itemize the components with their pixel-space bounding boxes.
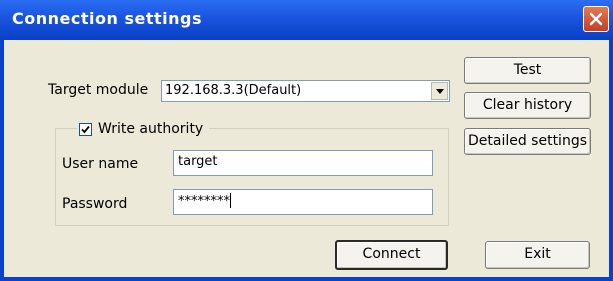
text-caret bbox=[230, 193, 231, 208]
test-button-label: Test bbox=[513, 62, 542, 78]
chevron-down-icon bbox=[436, 89, 444, 94]
connection-settings-dialog: Connection settings Target module 192.16… bbox=[0, 0, 613, 281]
test-button[interactable]: Test bbox=[464, 57, 591, 84]
exit-button-label: Exit bbox=[524, 246, 551, 262]
title-bar[interactable]: Connection settings bbox=[0, 0, 613, 40]
user-name-label: User name bbox=[62, 156, 139, 172]
write-authority-checkbox-row[interactable]: Write authority bbox=[77, 119, 210, 139]
target-module-label: Target module bbox=[48, 82, 149, 98]
close-button[interactable] bbox=[583, 6, 609, 32]
checkmark-icon bbox=[81, 125, 90, 133]
user-name-value: target bbox=[178, 154, 218, 169]
close-icon bbox=[589, 12, 603, 26]
detailed-settings-button-label: Detailed settings bbox=[467, 133, 588, 149]
target-module-value: 192.168.3.3(Default) bbox=[165, 83, 302, 98]
clear-history-button[interactable]: Clear history bbox=[464, 92, 591, 119]
exit-button[interactable]: Exit bbox=[485, 241, 590, 269]
user-name-field[interactable]: target bbox=[173, 150, 433, 176]
password-label: Password bbox=[62, 196, 128, 212]
detailed-settings-button[interactable]: Detailed settings bbox=[464, 128, 591, 155]
password-value: ******** bbox=[178, 194, 230, 209]
write-authority-checkbox[interactable] bbox=[79, 122, 92, 136]
target-module-dropdown[interactable]: 192.168.3.3(Default) bbox=[161, 80, 450, 102]
window-title: Connection settings bbox=[12, 9, 202, 28]
connect-button[interactable]: Connect bbox=[335, 240, 448, 270]
clear-history-button-label: Clear history bbox=[482, 97, 573, 113]
write-authority-label: Write authority bbox=[98, 121, 204, 137]
password-field[interactable]: ******** bbox=[173, 189, 433, 215]
dropdown-arrow-button[interactable] bbox=[431, 82, 448, 100]
connect-button-label: Connect bbox=[362, 246, 421, 262]
